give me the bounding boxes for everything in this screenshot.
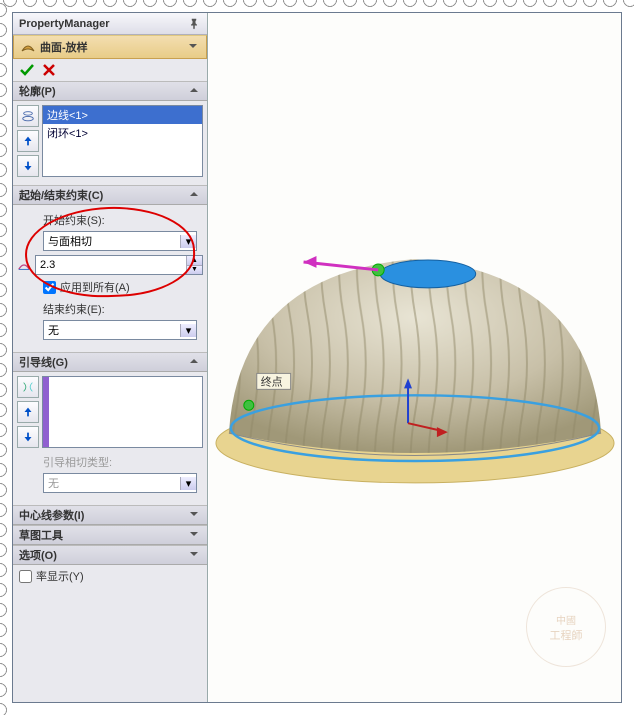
chevron-down-icon [189, 549, 201, 561]
constraints-header[interactable]: 起始/结束约束(C) [13, 185, 207, 205]
confirm-bar [13, 59, 207, 81]
guide-move-up-button[interactable] [17, 401, 39, 423]
ok-button[interactable] [19, 62, 35, 78]
watermark: 中國 工程師 [526, 587, 606, 667]
constraints-title: 起始/结束约束(C) [19, 187, 103, 203]
chevron-up-icon [189, 85, 201, 97]
tangent-length-icon [17, 255, 31, 275]
guide-tangent-value: 无 [44, 475, 180, 491]
guide-list[interactable] [42, 376, 203, 448]
profiles-body: 边线<1> 闭环<1> [13, 101, 207, 185]
guide-tool-icon[interactable] [17, 376, 39, 398]
list-item[interactable]: 边线<1> [43, 106, 202, 124]
pin-button[interactable] [187, 17, 201, 31]
guide-header[interactable]: 引导线(G) [13, 352, 207, 372]
profiles-title: 轮廓(P) [19, 83, 56, 99]
tangent-length-spinner[interactable]: ▲▼ [35, 255, 203, 275]
guide-tangent-label: 引导相切类型: [43, 454, 197, 470]
centerline-header[interactable]: 中心线参数(I) [13, 505, 207, 525]
dropdown-icon: ▾ [180, 477, 196, 490]
watermark-line1: 中國 [556, 612, 576, 627]
app-window: PropertyManager 曲面-放样 轮廓(P) [12, 12, 622, 703]
pm-title: PropertyManager [19, 18, 109, 30]
profiles-list[interactable]: 边线<1> 闭环<1> [42, 105, 203, 177]
move-down-button[interactable] [17, 155, 39, 177]
chevron-down-icon [189, 529, 201, 541]
dropdown-icon: ▾ [180, 235, 196, 248]
pm-header: PropertyManager [13, 13, 207, 35]
apply-all-input[interactable] [43, 281, 56, 294]
end-constraint-value: 无 [44, 322, 180, 338]
apply-all-label: 应用到所有(A) [60, 279, 130, 295]
chevron-down-icon [188, 41, 200, 54]
end-constraint-label: 结束约束(E): [43, 301, 197, 317]
end-constraint-combo[interactable]: 无 ▾ [43, 320, 197, 340]
guide-title: 引导线(G) [19, 354, 68, 370]
start-constraint-combo[interactable]: 与面相切 ▾ [43, 231, 197, 251]
curvature-label: 率显示(Y) [36, 568, 84, 584]
spin-down[interactable]: ▼ [187, 266, 202, 275]
loft-surface-icon [20, 39, 36, 55]
list-item[interactable]: 闭环<1> [43, 124, 202, 142]
tangent-length-input[interactable] [36, 256, 186, 274]
cancel-button[interactable] [41, 62, 57, 78]
apply-all-checkbox[interactable]: 应用到所有(A) [43, 279, 197, 295]
viewport-3d[interactable]: 终点 中國 工程師 [209, 13, 621, 702]
profiles-header[interactable]: 轮廓(P) [13, 81, 207, 101]
profile-tool-icon[interactable] [17, 105, 39, 127]
sketchtools-title: 草图工具 [19, 527, 63, 543]
sketchtools-header[interactable]: 草图工具 [13, 525, 207, 545]
move-up-button[interactable] [17, 130, 39, 152]
chevron-up-icon [189, 189, 201, 201]
chevron-up-icon [189, 356, 201, 368]
centerline-title: 中心线参数(I) [19, 507, 84, 523]
callout-text: 终点 [261, 374, 283, 388]
dropdown-icon: ▾ [180, 324, 196, 337]
feature-name: 曲面-放样 [40, 39, 88, 55]
options-header[interactable]: 选项(O) [13, 545, 207, 565]
constraints-body: 开始约束(S): 与面相切 ▾ ▲▼ 应用到所有(A) 结束约束(E): 无 [13, 205, 207, 352]
property-manager-panel: PropertyManager 曲面-放样 轮廓(P) [13, 13, 208, 702]
curvature-input[interactable] [19, 570, 32, 583]
options-title: 选项(O) [19, 547, 57, 563]
spin-up[interactable]: ▲ [187, 256, 202, 266]
curvature-checkbox[interactable]: 率显示(Y) [19, 568, 201, 584]
watermark-line2: 工程師 [550, 627, 583, 643]
guide-body: 引导相切类型: 无 ▾ [13, 372, 207, 505]
feature-title-bar: 曲面-放样 [13, 35, 207, 59]
start-constraint-value: 与面相切 [44, 233, 180, 249]
chevron-down-icon [189, 509, 201, 521]
guide-tangent-combo: 无 ▾ [43, 473, 197, 493]
guide-move-down-button[interactable] [17, 426, 39, 448]
start-constraint-label: 开始约束(S): [43, 212, 197, 228]
curvature-body: 率显示(Y) [13, 565, 207, 587]
